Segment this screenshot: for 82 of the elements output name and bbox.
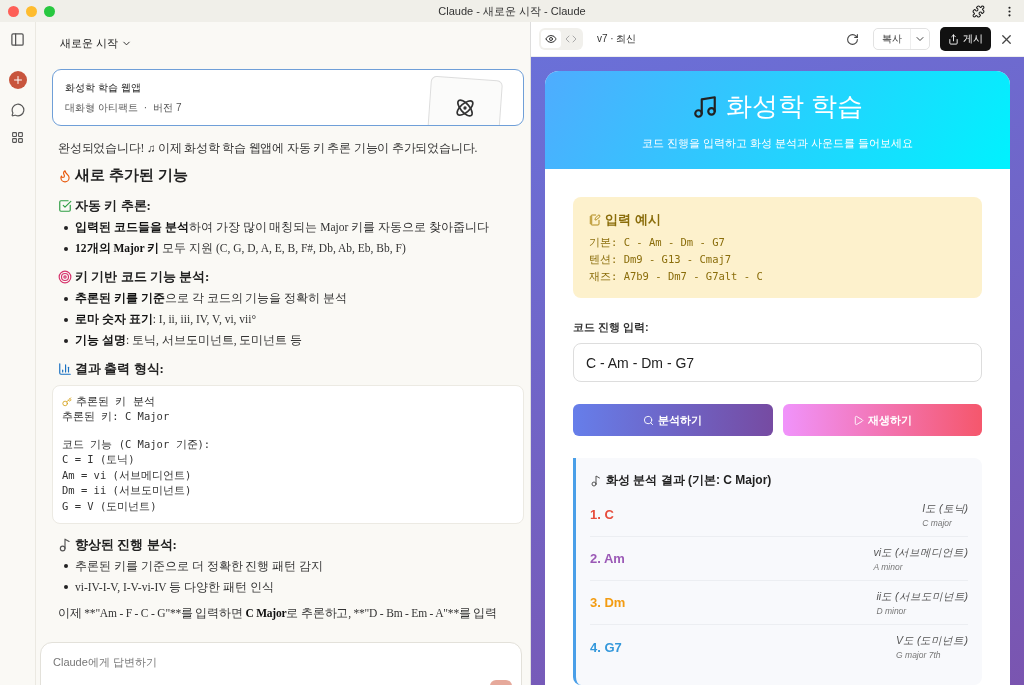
code-line: 추론된 키 분석 (76, 394, 155, 409)
chord-quality: D minor (876, 605, 908, 616)
search-icon (643, 414, 655, 426)
chord-quality: G major 7th (896, 650, 942, 660)
preview-button[interactable] (541, 30, 561, 48)
bar-chart-icon (58, 362, 72, 376)
reply-input-field[interactable]: Claude에게 답변하기 (40, 642, 522, 685)
artifact-card[interactable]: 화성학 학습 웹앱 대화형 아티팩트 · 버전 7 (52, 69, 524, 126)
play-icon (852, 414, 864, 426)
code-icon (565, 33, 577, 45)
new-chat-button[interactable] (8, 71, 27, 89)
artifact-meta: 대화형 아티팩트 · 버전 7 (65, 100, 182, 115)
chord-function: ii도 (서브도미넌트) (876, 589, 968, 604)
bullet-text: 로마 숫자 표기: I, ii, iii, IV, V, vi, vii° (75, 312, 257, 327)
chord-quality: C major (922, 517, 953, 528)
bullet-dot (64, 585, 68, 589)
atom-icon (454, 97, 476, 119)
bullet-text: 추론된 키를 기준으로 더 정확한 진행 패턴 감지 (75, 558, 324, 574)
bullet-text: 추론된 키를 기준으로 각 코드의 기능을 정확히 분석 (75, 291, 348, 306)
code-line: Dm = ii (서브도미넌트) (62, 484, 192, 499)
chord-function: V도 (도미넌트) (896, 634, 968, 648)
code-line: Am = vi (서브메디언트) (62, 468, 192, 483)
subsection-heading: 키 기반 코드 기능 분석: (75, 268, 210, 286)
app-subtitle: 코드 진행을 입력하고 화성 분석과 사운드를 들어보세요 (641, 136, 914, 151)
chord-name: 1. C (590, 507, 614, 522)
music-icon (590, 474, 602, 487)
subsection-heading: 자동 키 추론: (75, 197, 151, 215)
sidebar-toggle-icon[interactable] (10, 32, 25, 47)
analysis-title: 화성 분석 결과 (기본: C Major) (606, 472, 772, 489)
analyze-button[interactable]: 분석하기 (573, 404, 773, 436)
close-window-button[interactable] (8, 5, 19, 17)
section-heading: 새로 추가된 기능 (75, 166, 188, 185)
eye-icon (545, 33, 557, 45)
key-icon (62, 396, 72, 407)
chord-name: 3. Dm (590, 595, 626, 610)
chord-function: I도 (토닉) (922, 501, 968, 516)
message-paragraph: 완성되었습니다! ♫ 이제 화성학 학습 웹앱에 자동 키 추론 기능이 추가되었습니다. (58, 141, 478, 156)
grid-icon[interactable] (11, 131, 24, 144)
chord-function: vi도 (서브메디언트) (873, 545, 968, 560)
chord-input-field[interactable]: C - Am - Dm - G7 (573, 343, 982, 382)
code-line: G = V (도미넌트) (62, 499, 157, 514)
chat-icon[interactable] (10, 103, 25, 117)
bullet-dot (64, 246, 68, 251)
window-title: Claude - 새로운 시작 - Claude (438, 3, 586, 19)
input-label: 코드 진행 입력: (573, 320, 650, 335)
refresh-icon (846, 32, 859, 46)
code-line: C = I (토닉) (62, 453, 135, 468)
bullet-text: 12개의 Major 키 모두 지원 (C, G, D, A, E, B, F#, Db, Ab, Eb, Bb, F) (75, 241, 406, 256)
bullet-text: 입력된 코드들을 분석하여 가장 많이 매칭되는 Major 키를 자동으로 찾아줍니다 (75, 220, 489, 235)
chord-quality: A minor (873, 561, 904, 572)
target-icon (58, 270, 72, 284)
share-icon (948, 33, 959, 45)
bullet-dot (64, 296, 68, 301)
bullet-dot (64, 564, 68, 568)
code-line: 추론된 키: C Major (62, 410, 170, 425)
example-line: 재즈: A7b9 - Dm7 - G7alt - C (589, 270, 763, 284)
bullet-dot (64, 338, 68, 343)
checkbox-icon (58, 199, 72, 213)
conversation-title[interactable]: 새로운 시작 (60, 32, 133, 55)
app-title: 화성학 학습 (725, 90, 864, 123)
bullet-text: vi-IV-I-V, I-V-vi-IV 등 다양한 패턴 인식 (75, 579, 274, 595)
code-line: 코드 기능 (C Major 기준): (62, 437, 211, 452)
examples-title: 입력 예시 (605, 211, 661, 229)
version-label[interactable]: v7 · 최신 (597, 32, 637, 46)
subsection-heading: 향상된 진행 분석: (75, 535, 177, 554)
subsection-heading: 결과 출력 형식: (75, 360, 164, 378)
chord-name: 4. G7 (590, 639, 622, 655)
notepad-icon (589, 214, 601, 226)
artifact-title: 화성학 학습 웹앱 (65, 80, 142, 95)
music-note-icon (691, 93, 718, 120)
extension-icon[interactable] (972, 4, 985, 18)
example-line: 텐션: Dm9 - G13 - Cmaj7 (589, 253, 732, 267)
music-icon (58, 537, 72, 552)
bullet-dot (64, 317, 68, 322)
bullet-dot (64, 225, 68, 230)
bullet-text: 기능 설명: 토닉, 서브도미넌트, 도미넌트 등 (75, 333, 303, 348)
chord-name: 2. Am (590, 551, 625, 566)
plus-icon (11, 74, 24, 86)
message-paragraph: 이제 **"Am - F - C - G"**를 입력하면 C Major로 추론하고, **"D - Bm - Em - A"**를 입력 (58, 605, 498, 621)
publish-button[interactable]: 게시 (940, 27, 991, 51)
example-line: 기본: C - Am - Dm - G7 (589, 236, 725, 250)
flame-icon (58, 168, 72, 183)
